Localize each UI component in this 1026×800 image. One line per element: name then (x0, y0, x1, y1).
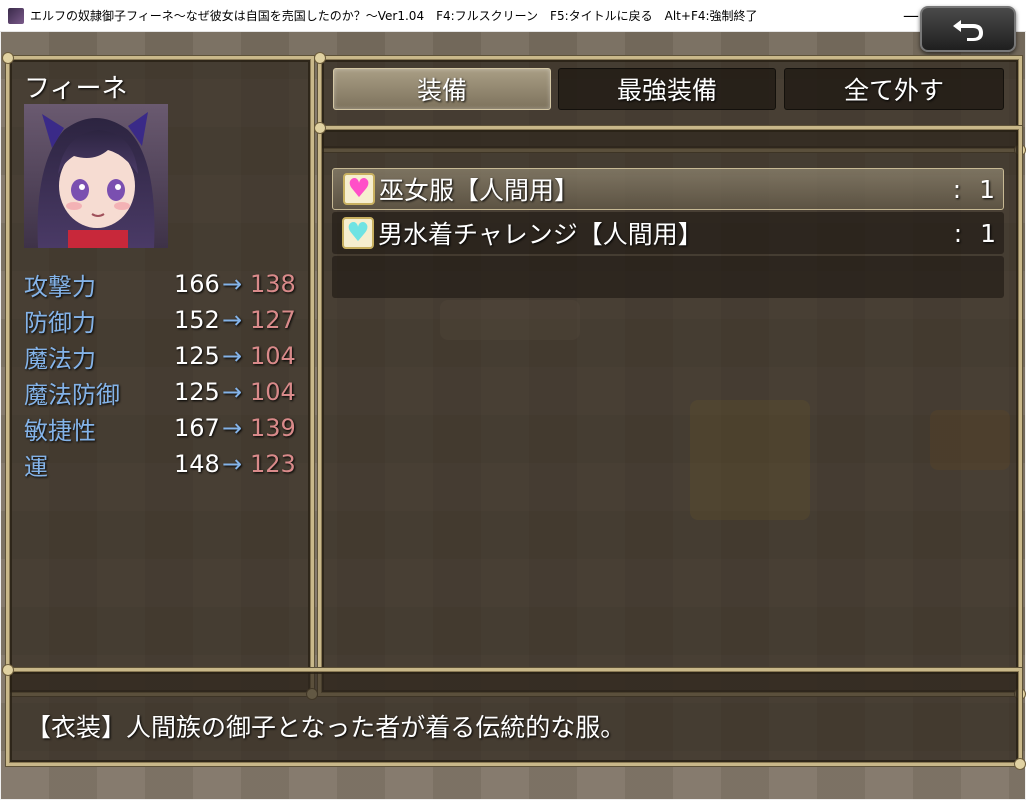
stat-label: 魔法力 (24, 344, 96, 373)
arrow-right-icon: → (221, 414, 243, 442)
character-portrait (24, 104, 168, 248)
stat-current: 167 (174, 414, 220, 442)
stat-new: 127 (250, 306, 296, 334)
back-button[interactable] (920, 6, 1016, 52)
stat-current: 125 (174, 378, 220, 406)
item-row[interactable]: ♥ 巫女服【人間用】 : 1 (332, 168, 1004, 210)
empty-item-row[interactable] (332, 256, 1004, 298)
stat-current: 152 (174, 306, 220, 334)
app-icon (8, 7, 24, 24)
item-row[interactable]: ♥ 男水着チャレンジ【人間用】 : 1 (332, 212, 1004, 254)
item-count: 1 (980, 218, 996, 248)
stat-row-defense: 防御力 152 → 127 (24, 302, 300, 338)
stat-label: 敏捷性 (24, 416, 96, 445)
item-count: 1 (979, 174, 995, 204)
stat-label: 魔法防御 (24, 380, 120, 409)
item-separator: : (952, 174, 962, 204)
arrow-right-icon: → (221, 342, 243, 370)
window-title: エルフの奴隷御子フィーネ～なぜ彼女は自国を売国したのか？～Ver1.04 F4:… (30, 9, 758, 23)
stat-row-magic-defense: 魔法防御 125 → 104 (24, 374, 300, 410)
stat-new: 104 (250, 342, 296, 370)
arrow-right-icon: → (221, 378, 243, 406)
return-arrow-icon (953, 20, 983, 41)
arrow-right-icon: → (221, 270, 243, 298)
item-name: 巫女服【人間用】 (379, 176, 580, 205)
stat-label: 防御力 (24, 308, 96, 337)
stat-label: 攻撃力 (24, 272, 96, 301)
stat-current: 166 (174, 270, 220, 298)
item-separator: : (953, 218, 963, 248)
stat-new: 139 (250, 414, 296, 442)
actor-name: フィーネ (24, 74, 128, 104)
stat-new: 123 (250, 450, 296, 478)
stat-row-magic-attack: 魔法力 125 → 104 (24, 338, 300, 374)
stats-list: 攻撃力 166 → 138 防御力 152 → 127 魔法力 125 → 10… (24, 266, 300, 482)
stat-current: 125 (174, 342, 220, 370)
arrow-right-icon: → (221, 450, 243, 478)
pink-heart-icon: ♥ (343, 173, 375, 205)
optimize-command[interactable]: 最強装備 (558, 68, 776, 110)
stat-row-luck: 運 148 → 123 (24, 446, 300, 482)
stat-label: 運 (24, 452, 48, 481)
arrow-right-icon: → (221, 306, 243, 334)
item-name: 男水着チャレンジ【人間用】 (378, 220, 703, 249)
stat-current: 148 (174, 450, 220, 478)
stat-row-agility: 敏捷性 167 → 139 (24, 410, 300, 446)
window-titlebar: エルフの奴隷御子フィーネ～なぜ彼女は自国を売国したのか？～Ver1.04 F4:… (0, 0, 1026, 32)
help-description: 【衣装】人間族の御子となった者が着る伝統的な服。 (26, 713, 626, 742)
stat-new: 138 (250, 270, 296, 298)
stat-row-attack: 攻撃力 166 → 138 (24, 266, 300, 302)
clear-all-command[interactable]: 全て外す (784, 68, 1004, 110)
equip-command[interactable]: 装備 (333, 68, 551, 110)
stat-new: 104 (250, 378, 296, 406)
cyan-heart-icon: ♥ (342, 217, 374, 249)
